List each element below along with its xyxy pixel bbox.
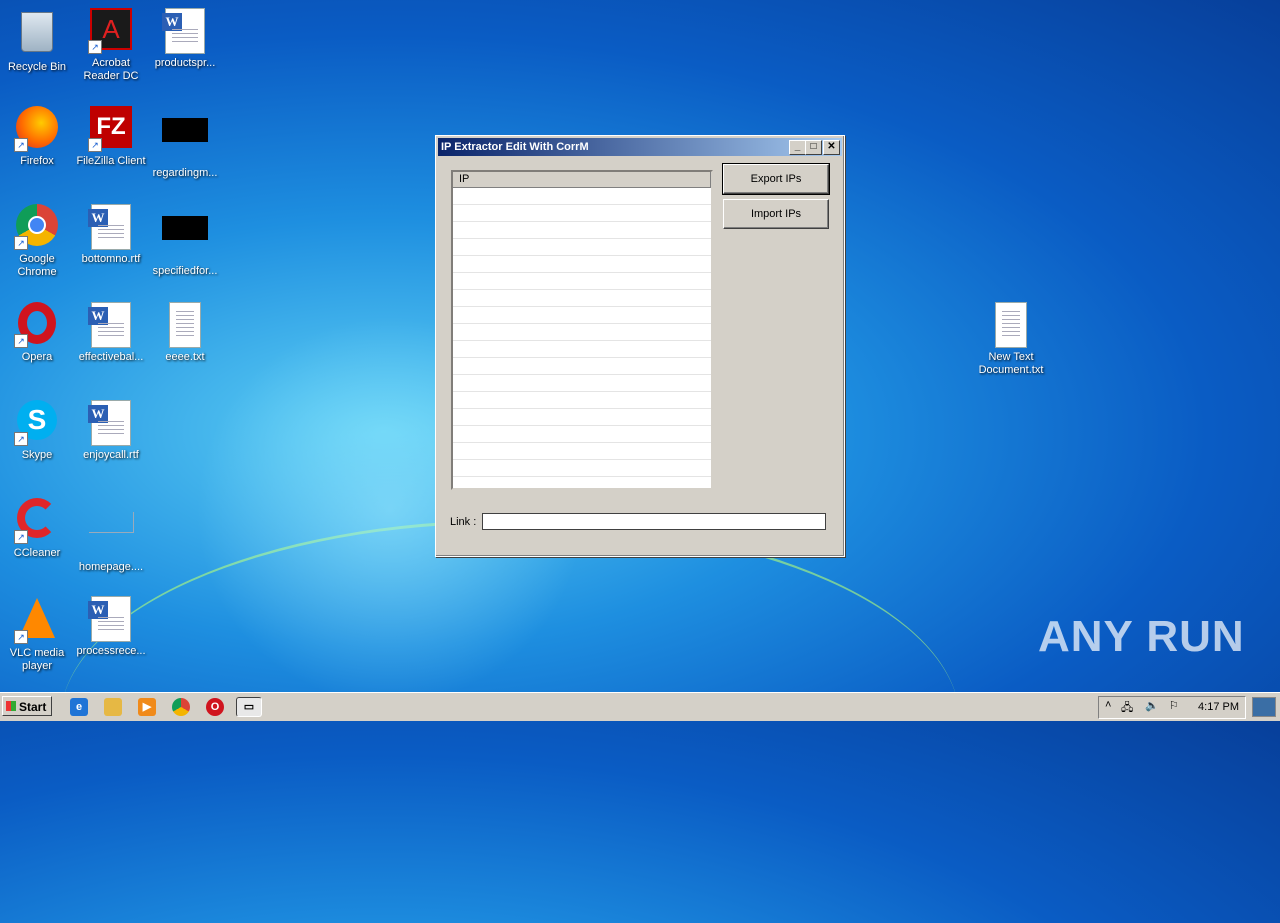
tray-expand-icon[interactable]: ˄	[1105, 699, 1111, 711]
word-doc-icon: W	[162, 8, 208, 54]
redacted-icon	[162, 216, 208, 262]
link-label: Link :	[450, 516, 477, 528]
list-item	[453, 256, 711, 273]
start-button[interactable]: Start	[2, 696, 52, 716]
list-item	[453, 443, 711, 460]
ccleaner-icon: ↗	[14, 498, 60, 544]
list-item	[453, 324, 711, 341]
ip-extractor-window: IP Extractor Edit With CorrM _ □ ✕ IP Ex…	[435, 135, 845, 557]
desktop-icon-recycle-bin[interactable]: Recycle Bin	[0, 8, 74, 74]
active-window-taskbar-icon[interactable]: ▭	[236, 697, 262, 717]
ie-icon[interactable]: e	[70, 698, 88, 716]
vlc-icon: ↗	[14, 598, 60, 644]
opera-taskbar-icon[interactable]: O	[206, 698, 224, 716]
opera-icon: ↗	[14, 302, 60, 348]
chrome-taskbar-icon[interactable]	[172, 698, 190, 716]
list-item	[453, 375, 711, 392]
taskbar: Start e ▶ O ▭ ˄ 🖧 🔈 ⚐ 4:17 PM	[0, 692, 1280, 721]
list-item	[453, 188, 711, 205]
desktop-icon-acrobat[interactable]: A ↗ Acrobat Reader DC	[74, 8, 148, 83]
ip-column-header[interactable]: IP	[453, 172, 711, 188]
list-item	[453, 205, 711, 222]
list-item	[453, 358, 711, 375]
import-ips-button[interactable]: Import IPs	[723, 199, 829, 229]
wallpaper-swoosh	[60, 520, 960, 923]
desktop-icon-homepage[interactable]: homepage....	[74, 498, 148, 574]
list-item	[453, 477, 711, 488]
list-item	[453, 307, 711, 324]
list-item	[453, 290, 711, 307]
desktop-icon-productspr[interactable]: W productspr...	[148, 8, 222, 70]
chrome-icon: ↗	[14, 204, 60, 250]
clock[interactable]: 4:17 PM	[1198, 701, 1239, 713]
media-player-icon[interactable]: ▶	[138, 698, 156, 716]
desktop-icon-chrome[interactable]: ↗ Google Chrome	[0, 204, 74, 279]
volume-icon[interactable]: 🔈	[1145, 699, 1159, 712]
window-titlebar[interactable]: IP Extractor Edit With CorrM _ □ ✕	[438, 138, 842, 156]
blank-file-icon	[88, 512, 134, 558]
close-button[interactable]: ✕	[823, 140, 840, 155]
windows-flag-icon	[6, 701, 16, 711]
firefox-icon: ↗	[14, 106, 60, 152]
desktop-icon-firefox[interactable]: ↗ Firefox	[0, 106, 74, 168]
link-field[interactable]	[482, 513, 826, 530]
word-doc-icon: W	[88, 204, 134, 250]
list-item	[453, 392, 711, 409]
recycle-bin-icon	[14, 12, 60, 58]
list-item	[453, 273, 711, 290]
show-desktop-button[interactable]	[1252, 697, 1276, 717]
system-tray: ˄ 🖧 🔈 ⚐ 4:17 PM	[1098, 696, 1246, 719]
window-title: IP Extractor Edit With CorrM	[441, 141, 589, 153]
list-item	[453, 409, 711, 426]
list-item	[453, 222, 711, 239]
skype-icon: S ↗	[14, 400, 60, 446]
explorer-folder-icon[interactable]	[104, 698, 122, 716]
desktop-icon-new-text-document[interactable]: New Text Document.txt	[974, 302, 1048, 377]
desktop-icon-filezilla[interactable]: FZ ↗ FileZilla Client	[74, 106, 148, 168]
anyrun-watermark: ANY RUN	[1038, 612, 1245, 661]
desktop-icon-processrece[interactable]: W processrece...	[74, 596, 148, 658]
text-file-icon	[162, 302, 208, 348]
list-item	[453, 341, 711, 358]
flag-icon[interactable]: ⚐	[1169, 699, 1179, 712]
desktop-icon-effectivebal[interactable]: W effectivebal...	[74, 302, 148, 364]
redacted-icon	[162, 118, 208, 164]
desktop-icon-enjoycall[interactable]: W enjoycall.rtf	[74, 400, 148, 462]
desktop-icon-regardingm[interactable]: regardingm...	[148, 106, 222, 180]
desktop-icon-skype[interactable]: S ↗ Skype	[0, 400, 74, 462]
acrobat-icon: A ↗	[88, 8, 134, 54]
desktop-icon-ccleaner[interactable]: ↗ CCleaner	[0, 498, 74, 560]
filezilla-icon: FZ ↗	[88, 106, 134, 152]
desktop-icon-opera[interactable]: ↗ Opera	[0, 302, 74, 364]
export-ips-button[interactable]: Export IPs	[722, 163, 830, 195]
desktop-icon-vlc[interactable]: ↗ VLC media player	[0, 596, 74, 673]
ip-list[interactable]: IP	[451, 170, 713, 490]
minimize-button[interactable]: _	[789, 140, 806, 155]
desktop-icon-specifiedfor[interactable]: specifiedfor...	[148, 204, 222, 278]
list-item	[453, 239, 711, 256]
list-item	[453, 460, 711, 477]
word-doc-icon: W	[88, 400, 134, 446]
network-icon[interactable]: 🖧	[1121, 699, 1133, 718]
list-item	[453, 426, 711, 443]
maximize-button[interactable]: □	[805, 140, 822, 155]
desktop-icon-eeee[interactable]: eeee.txt	[148, 302, 222, 364]
text-file-icon	[988, 302, 1034, 348]
word-doc-icon: W	[88, 302, 134, 348]
desktop-icon-bottomno[interactable]: W bottomno.rtf	[74, 204, 148, 266]
word-doc-icon: W	[88, 596, 134, 642]
